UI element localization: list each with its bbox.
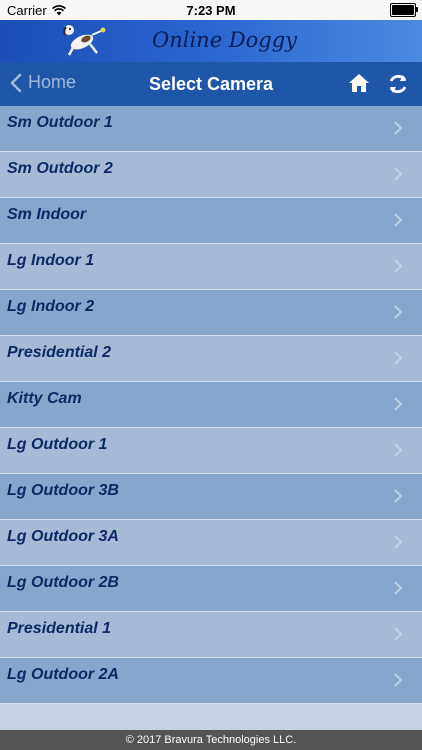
camera-row[interactable]: Lg Indoor 1 bbox=[0, 244, 422, 290]
camera-row[interactable]: Kitty Cam bbox=[0, 382, 422, 428]
camera-label: Lg Indoor 2 bbox=[7, 298, 95, 315]
camera-row[interactable]: Sm Outdoor 2 bbox=[0, 152, 422, 198]
chevron-right-icon bbox=[394, 489, 402, 503]
camera-row[interactable]: Lg Outdoor 3B bbox=[0, 474, 422, 520]
camera-label: Lg Outdoor 3B bbox=[7, 482, 119, 499]
chevron-right-icon bbox=[394, 535, 402, 549]
camera-row[interactable]: Lg Outdoor 2A bbox=[0, 658, 422, 704]
camera-label: Presidential 2 bbox=[7, 344, 112, 361]
camera-label: Lg Outdoor 2A bbox=[7, 666, 119, 683]
app-banner: Online Doggy bbox=[0, 20, 422, 62]
camera-label: Sm Outdoor 2 bbox=[7, 160, 113, 177]
chevron-right-icon bbox=[394, 443, 402, 457]
battery-fill bbox=[392, 5, 414, 15]
status-right bbox=[390, 3, 418, 17]
camera-label: Sm Outdoor 1 bbox=[7, 114, 113, 131]
camera-row[interactable]: Presidential 1 bbox=[0, 612, 422, 658]
nav-bar: Home Select Camera bbox=[0, 62, 422, 106]
camera-label: Presidential 1 bbox=[7, 620, 112, 637]
app-title: Online Doggy bbox=[152, 28, 298, 52]
camera-row[interactable]: Presidential 2 bbox=[0, 336, 422, 382]
camera-row[interactable]: Sm Outdoor 1 bbox=[0, 106, 422, 152]
back-button[interactable]: Home bbox=[10, 72, 76, 93]
camera-row[interactable]: Lg Outdoor 3A bbox=[0, 520, 422, 566]
camera-row[interactable]: Lg Indoor 2 bbox=[0, 290, 422, 336]
camera-label: Kitty Cam bbox=[7, 390, 82, 407]
chevron-right-icon bbox=[394, 581, 402, 595]
camera-row[interactable]: Lg Outdoor 2B bbox=[0, 566, 422, 612]
dog-logo-icon bbox=[63, 25, 106, 56]
battery-icon bbox=[390, 3, 418, 17]
camera-list: Sm Outdoor 1 Sm Outdoor 2 Sm Indoor Lg Indo… bbox=[0, 106, 422, 730]
status-bar: Carrier 7:23 PM bbox=[0, 0, 422, 20]
camera-label: Sm Indoor bbox=[7, 206, 87, 223]
camera-label: Lg Indoor 1 bbox=[7, 252, 95, 269]
chevron-right-icon bbox=[394, 167, 402, 181]
chevron-right-icon bbox=[394, 259, 402, 273]
camera-label: Lg Outdoor 1 bbox=[7, 436, 108, 453]
chevron-right-icon bbox=[394, 673, 402, 687]
chevron-right-icon bbox=[394, 351, 402, 365]
camera-row[interactable]: Sm Indoor bbox=[0, 198, 422, 244]
footer-copyright: © 2017 Bravura Technologies LLC. bbox=[0, 730, 422, 750]
chevron-right-icon bbox=[394, 627, 402, 641]
camera-row[interactable]: Lg Outdoor 1 bbox=[0, 428, 422, 474]
chevron-right-icon bbox=[394, 397, 402, 411]
chevron-left-icon bbox=[10, 73, 22, 92]
chevron-right-icon bbox=[394, 121, 402, 135]
status-time: 7:23 PM bbox=[186, 3, 236, 18]
chevron-right-icon bbox=[394, 213, 402, 227]
refresh-icon[interactable] bbox=[386, 72, 410, 96]
chevron-right-icon bbox=[394, 305, 402, 319]
back-label: Home bbox=[28, 72, 77, 92]
camera-label: Lg Outdoor 2B bbox=[7, 574, 119, 591]
camera-label: Lg Outdoor 3A bbox=[7, 528, 119, 545]
home-icon[interactable] bbox=[348, 73, 370, 93]
